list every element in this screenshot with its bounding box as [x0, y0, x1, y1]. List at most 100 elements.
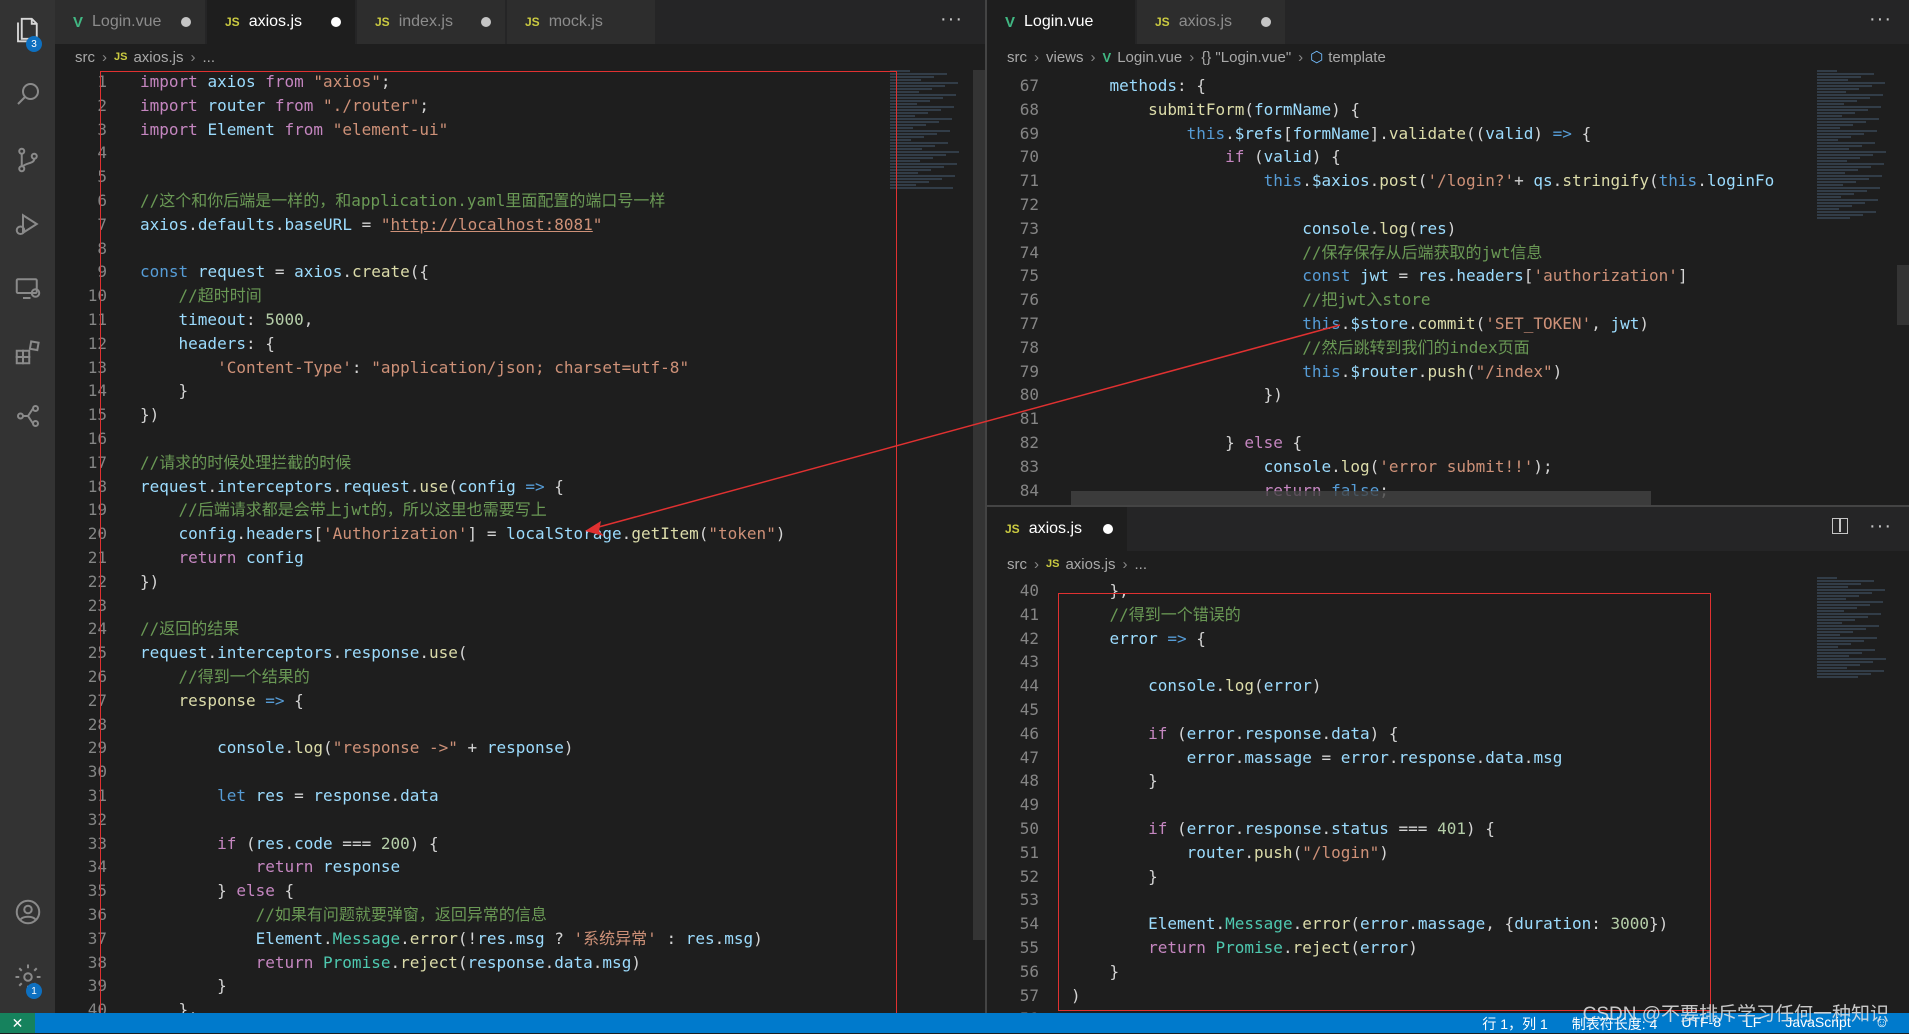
tab-axios-js[interactable]: JS axios.js [1137, 0, 1285, 44]
code-text[interactable]: }, [140, 998, 198, 1013]
source-control-icon[interactable] [0, 138, 55, 182]
code-line[interactable]: 40 }, [55, 998, 985, 1013]
code-line[interactable]: 70 if (valid) { [987, 145, 1909, 169]
code-text[interactable]: }, [1071, 579, 1129, 603]
code-line[interactable]: 14 } [55, 379, 985, 403]
code-line[interactable]: 9 const request = axios.create({ [55, 260, 985, 284]
tab-login-vue[interactable]: V Login.vue [987, 0, 1135, 44]
code-text[interactable]: ) [1071, 984, 1081, 1008]
minimap[interactable] [890, 70, 960, 190]
code-line[interactable]: 48 } [987, 769, 1909, 793]
breadcrumb-item[interactable]: src [1007, 556, 1027, 573]
code-line[interactable]: 51 router.push("/login") [987, 841, 1909, 865]
code-text[interactable]: console.log("response ->" + response) [140, 736, 573, 760]
code-text[interactable]: return response [140, 855, 401, 879]
code-line[interactable]: 54 Element.Message.error(error.massage, … [987, 912, 1909, 936]
cursor-position[interactable]: 行 1，列 1 [1482, 1014, 1547, 1034]
run-debug-icon[interactable] [0, 202, 55, 246]
code-text[interactable]: axios.defaults.baseURL = "http://localho… [140, 213, 602, 237]
code-text[interactable]: console.log(res) [1071, 217, 1456, 241]
code-line[interactable]: 47 error.massage = error.response.data.m… [987, 746, 1909, 770]
breadcrumb-item[interactable]: {} "Login.vue" [1201, 49, 1291, 66]
breadcrumb-item[interactable]: ... [203, 49, 216, 66]
code-line[interactable]: 83 console.log('error submit!!'); [987, 455, 1909, 479]
code-editor[interactable]: 67 methods: {68 submitForm(formName) {69… [987, 74, 1909, 500]
settings-gear-icon[interactable]: 1 [0, 955, 55, 999]
code-text[interactable]: } [1071, 769, 1158, 793]
code-line[interactable]: 52 } [987, 865, 1909, 889]
code-text[interactable]: //请求的时候处理拦截的时候 [140, 451, 351, 475]
code-line[interactable]: 46 if (error.response.data) { [987, 722, 1909, 746]
code-text[interactable]: timeout: 5000, [140, 308, 314, 332]
code-line[interactable]: 75 const jwt = res.headers['authorizatio… [987, 264, 1909, 288]
code-text[interactable]: //把jwt入store [1071, 288, 1430, 312]
split-editor-icon[interactable] [1832, 518, 1848, 534]
code-text[interactable]: console.log(error) [1071, 674, 1321, 698]
tab-index-js[interactable]: JS index.js [357, 0, 505, 44]
code-text[interactable]: config.headers['Authorization'] = localS… [140, 522, 786, 546]
breadcrumb-item[interactable]: src [75, 49, 95, 66]
code-line[interactable]: 30 [55, 760, 985, 784]
code-line[interactable]: 39 } [55, 974, 985, 998]
code-line[interactable]: 81 [987, 407, 1909, 431]
code-line[interactable]: 76 //把jwt入store [987, 288, 1909, 312]
vertical-scrollbar[interactable] [973, 70, 985, 940]
code-line[interactable]: 31 let res = response.data [55, 784, 985, 808]
code-line[interactable]: 53 [987, 888, 1909, 912]
tab-mock-js[interactable]: JS mock.js [507, 0, 655, 44]
code-text[interactable]: //得到一个结果的 [140, 665, 310, 689]
code-text[interactable]: this.$router.push("/index") [1071, 360, 1562, 384]
code-text[interactable]: error => { [1071, 627, 1206, 651]
code-line[interactable]: 79 this.$router.push("/index") [987, 360, 1909, 384]
code-text[interactable]: } [140, 974, 227, 998]
code-text[interactable]: if (res.code === 200) { [140, 832, 439, 856]
code-line[interactable]: 49 [987, 793, 1909, 817]
code-text[interactable]: //返回的结果 [140, 617, 239, 641]
code-line[interactable]: 23 [55, 594, 985, 618]
code-line[interactable]: 41 //得到一个错误的 [987, 603, 1909, 627]
breadcrumb-item[interactable]: axios.js [133, 49, 183, 66]
code-text[interactable]: submitForm(formName) { [1071, 98, 1360, 122]
code-line[interactable]: 80 }) [987, 383, 1909, 407]
code-line[interactable]: 77 this.$store.commit('SET_TOKEN', jwt) [987, 312, 1909, 336]
code-line[interactable]: 28 [55, 713, 985, 737]
code-line[interactable]: 56 } [987, 960, 1909, 984]
breadcrumb-item[interactable]: axios.js [1065, 556, 1115, 573]
code-text[interactable]: //如果有问题就要弹窗，返回异常的信息 [140, 903, 547, 927]
code-line[interactable]: 40 }, [987, 579, 1909, 603]
editor-group-divider[interactable] [987, 505, 1909, 507]
code-text[interactable]: request.interceptors.response.use( [140, 641, 468, 665]
breadcrumb-item[interactable]: template [1328, 49, 1386, 66]
code-editor[interactable]: 1 import axios from "axios"; 2 import route… [55, 70, 985, 1013]
more-actions-icon[interactable]: ··· [1869, 515, 1892, 538]
code-line[interactable]: 12 headers: { [55, 332, 985, 356]
code-line[interactable]: 45 [987, 698, 1909, 722]
code-line[interactable]: 18 request.interceptors.request.use(confi… [55, 475, 985, 499]
minimap[interactable] [1817, 70, 1887, 220]
code-line[interactable]: 78 //然后跳转到我们的index页面 [987, 336, 1909, 360]
more-actions-icon[interactable]: ··· [940, 8, 963, 31]
code-text[interactable]: import axios from "axios"; [140, 70, 391, 94]
code-text[interactable]: return Promise.reject(error) [1071, 936, 1418, 960]
code-line[interactable]: 35 } else { [55, 879, 985, 903]
tab-axios-js[interactable]: JS axios.js [207, 0, 355, 44]
code-line[interactable]: 22}) [55, 570, 985, 594]
code-text[interactable]: import Element from "element-ui" [140, 118, 448, 142]
code-text[interactable]: //后端请求都是会带上jwt的，所以这里也需要写上 [140, 498, 547, 522]
more-actions-icon[interactable]: ··· [1869, 8, 1892, 31]
remote-explorer-icon[interactable] [0, 266, 55, 310]
code-text[interactable]: //保存保存从后端获取的jwt信息 [1071, 241, 1542, 265]
code-text[interactable]: }) [140, 570, 159, 594]
git-graph-icon[interactable] [0, 394, 55, 438]
code-text[interactable]: //超时时间 [140, 284, 262, 308]
code-line[interactable]: 6 //这个和你后端是一样的，和application.yaml里面配置的端口号一… [55, 189, 985, 213]
code-text[interactable]: Element.Message.error(error.massage, {du… [1071, 912, 1668, 936]
code-text[interactable]: import router from "./router"; [140, 94, 429, 118]
code-text[interactable]: }) [1071, 383, 1283, 407]
code-line[interactable]: 13 'Content-Type': "application/json; ch… [55, 356, 985, 380]
code-line[interactable]: 71 this.$axios.post('/login?'+ qs.string… [987, 169, 1909, 193]
code-text[interactable]: if (error.response.status === 401) { [1071, 817, 1495, 841]
vertical-scrollbar[interactable] [1897, 265, 1909, 325]
code-text[interactable]: if (error.response.data) { [1071, 722, 1398, 746]
code-text[interactable]: } [1071, 960, 1120, 984]
